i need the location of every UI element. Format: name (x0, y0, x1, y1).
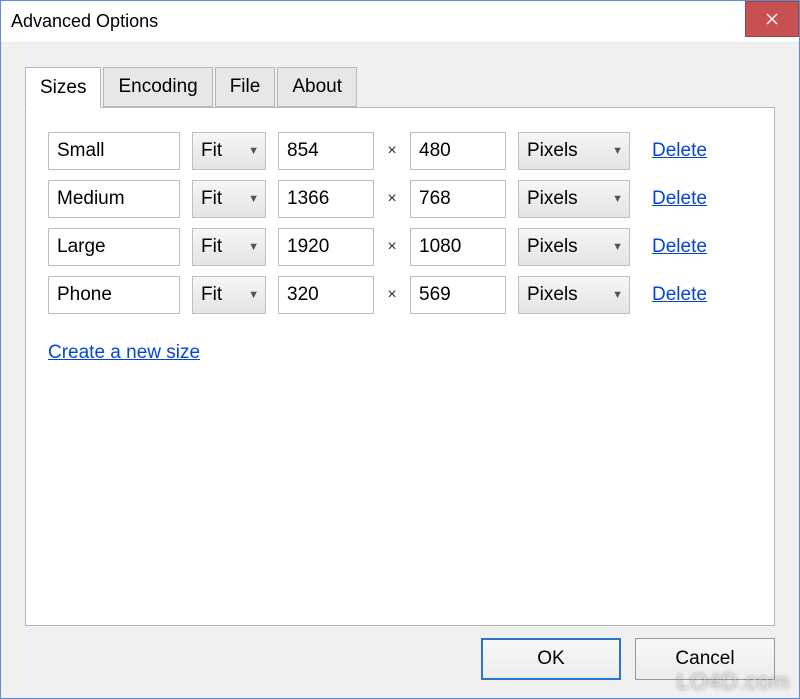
unit-select[interactable]: Pixels ▼ (518, 228, 630, 266)
fit-value: Fit (201, 284, 222, 306)
unit-value: Pixels (527, 284, 578, 306)
times-symbol: × (386, 238, 398, 256)
fit-select[interactable]: Fit ▼ (192, 132, 266, 170)
titlebar: Advanced Options (1, 1, 799, 43)
unit-select[interactable]: Pixels ▼ (518, 132, 630, 170)
delete-link[interactable]: Delete (652, 140, 707, 162)
content-area: Sizes Encoding File About Fit ▼ × Pixels ▼… (1, 43, 799, 626)
tab-label: About (292, 76, 342, 98)
tab-sizes[interactable]: Sizes (25, 67, 101, 108)
height-input[interactable] (410, 132, 506, 170)
height-input[interactable] (410, 180, 506, 218)
delete-link[interactable]: Delete (652, 284, 707, 306)
chevron-down-icon: ▼ (248, 193, 259, 205)
height-input[interactable] (410, 228, 506, 266)
unit-select[interactable]: Pixels ▼ (518, 180, 630, 218)
fit-value: Fit (201, 140, 222, 162)
window-title: Advanced Options (1, 11, 158, 32)
dialog-window: Advanced Options Sizes Encoding File Abo… (0, 0, 800, 699)
tab-page-sizes: Fit ▼ × Pixels ▼ Delete Fit ▼ × Pixels ▼ Del… (25, 107, 775, 626)
chevron-down-icon: ▼ (248, 289, 259, 301)
width-input[interactable] (278, 180, 374, 218)
close-button[interactable] (745, 1, 799, 37)
tab-encoding[interactable]: Encoding (103, 67, 212, 107)
fit-select[interactable]: Fit ▼ (192, 180, 266, 218)
ok-button[interactable]: OK (481, 638, 621, 680)
delete-link[interactable]: Delete (652, 236, 707, 258)
height-input[interactable] (410, 276, 506, 314)
delete-link[interactable]: Delete (652, 188, 707, 210)
chevron-down-icon: ▼ (612, 289, 623, 301)
chevron-down-icon: ▼ (612, 145, 623, 157)
tab-label: Sizes (40, 77, 86, 99)
width-input[interactable] (278, 228, 374, 266)
tab-row: Sizes Encoding File About (25, 67, 775, 107)
tab-about[interactable]: About (277, 67, 357, 107)
times-symbol: × (386, 142, 398, 160)
unit-value: Pixels (527, 188, 578, 210)
fit-select[interactable]: Fit ▼ (192, 276, 266, 314)
tab-file[interactable]: File (215, 67, 276, 107)
unit-value: Pixels (527, 140, 578, 162)
unit-select[interactable]: Pixels ▼ (518, 276, 630, 314)
size-row: Fit ▼ × Pixels ▼ Delete (48, 132, 752, 170)
chevron-down-icon: ▼ (612, 193, 623, 205)
tab-label: Encoding (118, 76, 197, 98)
cancel-label: Cancel (675, 648, 734, 670)
chevron-down-icon: ▼ (248, 145, 259, 157)
width-input[interactable] (278, 132, 374, 170)
fit-select[interactable]: Fit ▼ (192, 228, 266, 266)
fit-value: Fit (201, 236, 222, 258)
size-name-input[interactable] (48, 228, 180, 266)
size-row: Fit ▼ × Pixels ▼ Delete (48, 228, 752, 266)
size-name-input[interactable] (48, 180, 180, 218)
tab-label: File (230, 76, 261, 98)
create-new-size-link[interactable]: Create a new size (48, 342, 200, 364)
times-symbol: × (386, 190, 398, 208)
size-name-input[interactable] (48, 276, 180, 314)
dialog-button-row: OK Cancel (481, 638, 775, 680)
tab-container: Sizes Encoding File About Fit ▼ × Pixels ▼… (25, 67, 775, 626)
close-icon (766, 13, 778, 25)
fit-value: Fit (201, 188, 222, 210)
size-row: Fit ▼ × Pixels ▼ Delete (48, 180, 752, 218)
width-input[interactable] (278, 276, 374, 314)
size-name-input[interactable] (48, 132, 180, 170)
times-symbol: × (386, 286, 398, 304)
chevron-down-icon: ▼ (612, 241, 623, 253)
chevron-down-icon: ▼ (248, 241, 259, 253)
ok-label: OK (537, 648, 564, 670)
cancel-button[interactable]: Cancel (635, 638, 775, 680)
size-row: Fit ▼ × Pixels ▼ Delete (48, 276, 752, 314)
unit-value: Pixels (527, 236, 578, 258)
